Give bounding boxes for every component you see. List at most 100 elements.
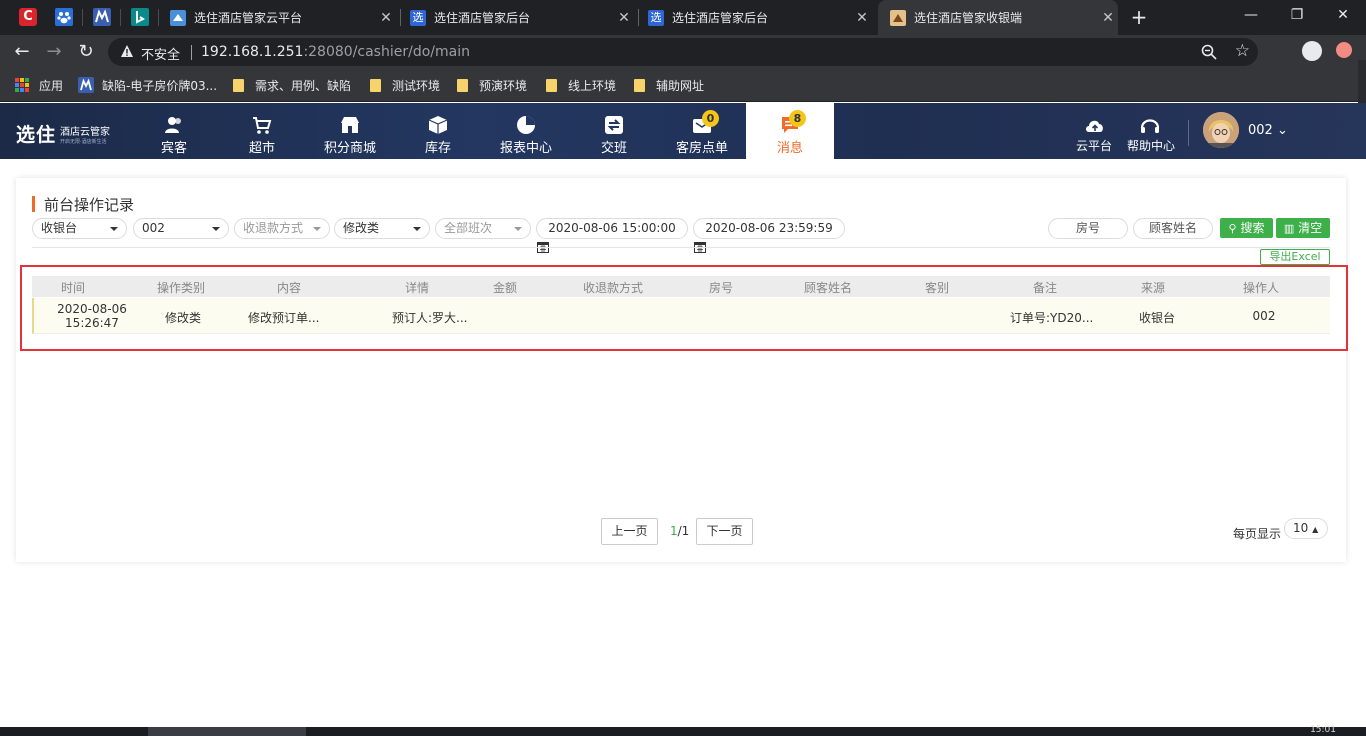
- caret-down-icon: [212, 227, 220, 231]
- source-select[interactable]: 收银台: [32, 218, 127, 239]
- tab-backend-1[interactable]: 选 选住酒店管家后台 ✕: [410, 0, 634, 35]
- search-label: 搜索: [1240, 221, 1265, 235]
- m-logo-icon: [78, 77, 94, 93]
- export-excel-button[interactable]: 导出Excel: [1260, 249, 1330, 265]
- pinned-tab-baidu[interactable]: [52, 6, 76, 28]
- badge: 8: [789, 110, 806, 127]
- nav-points-store[interactable]: 积分商城: [306, 103, 394, 159]
- shift-icon: [605, 116, 623, 134]
- column-header: 收退款方式: [582, 281, 643, 295]
- nav-inventory[interactable]: 库存: [394, 103, 482, 159]
- minimize-button[interactable]: —: [1228, 0, 1274, 30]
- close-icon[interactable]: ✕: [376, 10, 396, 26]
- guest-name-input[interactable]: 顾客姓名: [1133, 218, 1213, 239]
- reload-button[interactable]: ↻: [73, 39, 99, 65]
- nav-label: 宾客: [160, 141, 187, 156]
- tab-backend-2[interactable]: 选 选住酒店管家后台 ✕: [648, 0, 872, 35]
- close-window-button[interactable]: ✕: [1320, 0, 1366, 30]
- table-row[interactable]: 2020-08-06 15:26:47 修改类 修改预订单... 预订人:罗大.…: [32, 298, 1330, 334]
- nav-room-order[interactable]: 0 客房点单: [658, 103, 746, 159]
- extension-icon[interactable]: [1336, 42, 1352, 58]
- close-icon[interactable]: ✕: [614, 10, 634, 26]
- bookmark-folder[interactable]: 预演环境: [457, 76, 527, 94]
- pinned-tab-bing[interactable]: [128, 6, 152, 28]
- per-page-select[interactable]: 10 ▲: [1284, 518, 1328, 539]
- column-header: 备注: [1032, 281, 1057, 295]
- logo-sub2: 开启无限·酒店新生活: [60, 138, 107, 145]
- cloud-platform-button[interactable]: 云平台: [1074, 103, 1116, 159]
- folder-icon: [546, 78, 557, 92]
- bookmark-apps[interactable]: 应用: [15, 76, 63, 94]
- cell-detail: 预订人:罗大...: [392, 311, 468, 325]
- store-icon: [341, 117, 359, 133]
- shift-select-placeholder: 全部班次: [444, 221, 493, 235]
- nav-guest[interactable]: 宾客: [130, 103, 218, 159]
- nav-reports[interactable]: 报表中心: [482, 103, 570, 159]
- bookmark-label: 辅助网址: [656, 78, 705, 93]
- caret-down-icon: [313, 227, 321, 231]
- user-menu[interactable]: 002 ⌄: [1248, 123, 1288, 138]
- profile-icon[interactable]: [1302, 41, 1322, 61]
- help-center-button[interactable]: 帮助中心: [1124, 103, 1176, 159]
- browser-tab-strip: C 选住酒店管家云平台 ✕ 选 选住酒店管家后台 ✕ 选 选住酒店管家后台 ✕ …: [0, 0, 1366, 35]
- close-icon[interactable]: ✕: [1098, 10, 1118, 26]
- column-header: 金额: [492, 281, 517, 295]
- shift-select[interactable]: 全部班次: [435, 218, 531, 239]
- start-time-input[interactable]: 2020-08-06 15:00:00: [536, 218, 688, 239]
- bookmark-folder[interactable]: 线上环境: [546, 76, 616, 94]
- nav-label: 交班: [600, 141, 627, 156]
- current-page: 1: [670, 524, 678, 538]
- restore-button[interactable]: ❐: [1274, 0, 1320, 30]
- bookmark-star-icon[interactable]: ☆: [1235, 41, 1250, 61]
- bookmark-folder[interactable]: 需求、用例、缺陷: [233, 76, 351, 94]
- bookmark-folder[interactable]: 辅助网址: [634, 76, 704, 94]
- back-button[interactable]: ←: [9, 39, 35, 65]
- omnibox[interactable]: 不安全 192.168.1.251:28080/cashier/do/main …: [108, 38, 1258, 66]
- tab-cloud-platform[interactable]: 选住酒店管家云平台 ✕: [170, 0, 396, 35]
- caret-down-icon: [514, 227, 522, 231]
- end-time-input[interactable]: 2020-08-06 23:59:59: [693, 218, 845, 239]
- category-select-value: 修改类: [343, 221, 380, 235]
- next-page-button[interactable]: 下一页: [696, 518, 753, 545]
- logo-sub: 酒店云管家: [60, 126, 111, 138]
- operator-select-value: 002: [142, 221, 165, 235]
- tab-cashier[interactable]: 选住酒店管家收银端 ✕: [878, 0, 1118, 35]
- nav-market[interactable]: 超市: [218, 103, 306, 159]
- pinned-tab-m[interactable]: [90, 6, 114, 28]
- bookmark-defect[interactable]: 缺陷-电子房价牌03...: [78, 76, 217, 94]
- new-tab-button[interactable]: +: [1128, 5, 1150, 29]
- avatar[interactable]: [1203, 112, 1239, 148]
- table-header: 时间 操作类别 内容 详情 金额 收退款方式 房号 顾客姓名 客别 备注 来源 …: [32, 276, 1330, 297]
- bookmark-label: 需求、用例、缺陷: [255, 78, 352, 93]
- operator-select[interactable]: 002: [133, 218, 229, 239]
- column-header: 房号: [708, 281, 733, 295]
- app-logo[interactable]: 选住 酒店云管家 开启无限·酒店新生活: [16, 120, 110, 147]
- total-pages: /1: [677, 524, 690, 538]
- prev-page-button[interactable]: 上一页: [601, 518, 658, 545]
- nav-shift[interactable]: 交班: [570, 103, 658, 159]
- close-icon[interactable]: ✕: [852, 10, 872, 26]
- category-select[interactable]: 修改类: [334, 218, 430, 239]
- folder-icon: [634, 78, 645, 92]
- security-label[interactable]: 不安全: [141, 44, 180, 63]
- room-number-input[interactable]: 房号: [1048, 218, 1128, 239]
- url-text[interactable]: 192.168.1.251:28080/cashier/do/main: [201, 44, 470, 60]
- per-page-value: 10: [1293, 521, 1309, 535]
- xuan-logo-icon: 选: [410, 9, 426, 26]
- search-button[interactable]: ⚲ 搜索: [1220, 218, 1273, 238]
- cell-time-date: 2020-08-06: [57, 302, 127, 316]
- clear-button[interactable]: ▥ 清空: [1276, 218, 1330, 238]
- zoom-icon[interactable]: [1200, 43, 1218, 61]
- bookmark-label: 应用: [39, 78, 64, 93]
- operation-log-panel: 前台操作记录 收银台 002 收退款方式 修改类 全部班次 2020-08-06…: [16, 178, 1346, 562]
- os-taskbar: 15:01: [0, 725, 1366, 736]
- column-header: 操作类别: [156, 281, 205, 295]
- pinned-tab-c[interactable]: C: [16, 6, 40, 28]
- paw-icon: [55, 8, 73, 26]
- source-select-value: 收银台: [41, 221, 78, 235]
- forward-button[interactable]: →: [41, 39, 67, 65]
- payment-method-select[interactable]: 收退款方式: [234, 218, 330, 239]
- cell-remark: 订单号:YD20...: [1010, 311, 1094, 325]
- nav-messages[interactable]: 8 消息: [746, 103, 834, 159]
- bookmark-folder[interactable]: 测试环境: [370, 76, 440, 94]
